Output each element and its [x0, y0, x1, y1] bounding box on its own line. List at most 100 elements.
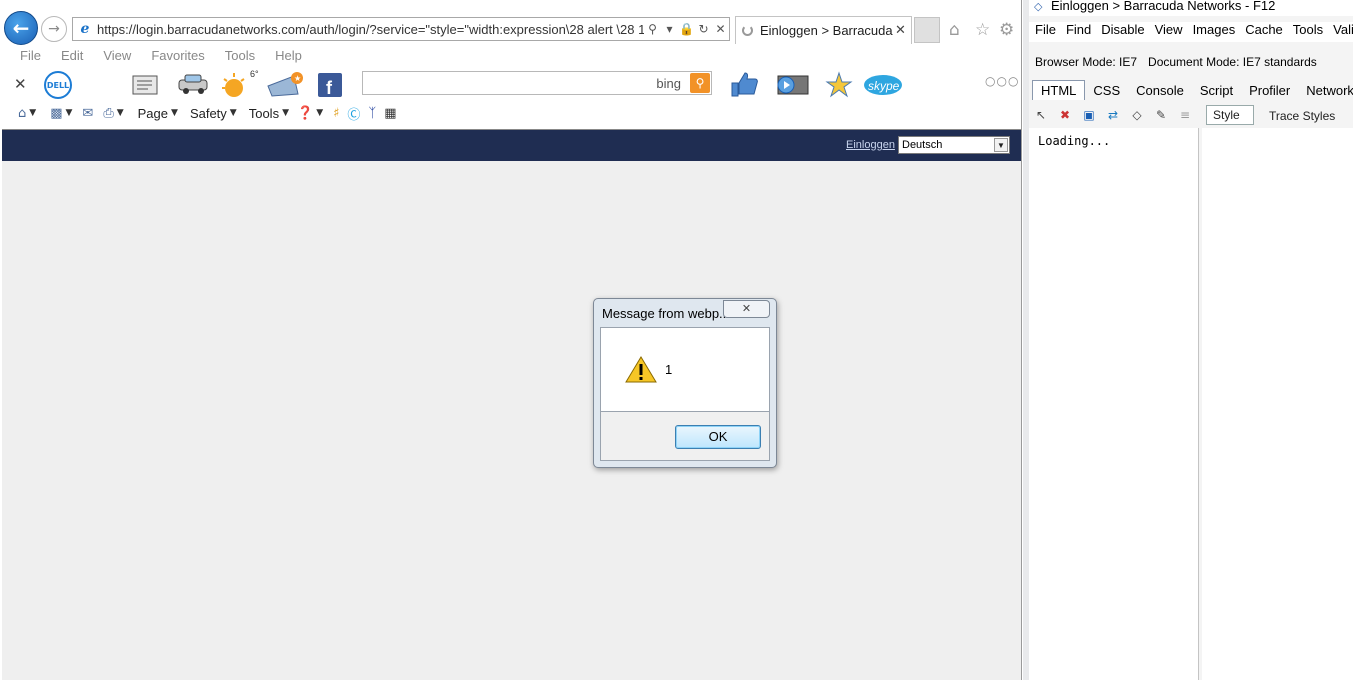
- bing-search-button-icon[interactable]: ⚲: [690, 73, 710, 93]
- menu-tools[interactable]: Tools: [225, 48, 255, 66]
- devtools-tabs: HTML CSS Console Script Profiler Network: [1029, 78, 1353, 100]
- menu-edit[interactable]: Edit: [61, 48, 83, 66]
- chevron-down-icon[interactable]: ▼: [171, 108, 178, 118]
- dialog-message: 1: [665, 362, 673, 377]
- chevron-down-icon[interactable]: ▼: [65, 108, 72, 118]
- dell-logo-icon[interactable]: DELL: [44, 71, 72, 99]
- close-toolbar-icon[interactable]: ✕: [14, 75, 27, 93]
- stop-icon[interactable]: ✕: [712, 22, 729, 36]
- skype-small-icon[interactable]: Ⓒ: [347, 104, 360, 123]
- favorites-star-icon[interactable]: ☆: [975, 20, 990, 40]
- chevron-down-icon[interactable]: ▼: [230, 108, 237, 118]
- menu-file[interactable]: File: [20, 48, 41, 66]
- language-selected: Deutsch: [902, 139, 943, 151]
- chevron-down-icon[interactable]: ▼: [282, 108, 289, 118]
- svg-text:skype: skype: [868, 79, 900, 93]
- rss-feed-icon[interactable]: ▩: [50, 106, 62, 121]
- language-select[interactable]: Deutsch ▼: [898, 136, 1010, 154]
- dt-menu-find[interactable]: Find: [1066, 22, 1091, 42]
- style-tab[interactable]: Style: [1206, 105, 1254, 125]
- document-mode[interactable]: Document Mode: IE7 standards: [1148, 55, 1317, 69]
- dt-menu-disable[interactable]: Disable: [1101, 22, 1144, 42]
- word-wrap-icon[interactable]: ≡: [1173, 108, 1197, 122]
- skype-icon[interactable]: skype: [862, 70, 904, 98]
- dt-menu-validate[interactable]: Validat: [1333, 22, 1353, 42]
- bluetooth-icon[interactable]: ᛉ: [368, 106, 376, 121]
- safety-menu[interactable]: Safety: [190, 106, 227, 121]
- dialog-body: 1: [600, 327, 770, 412]
- dialog-footer: OK: [600, 412, 770, 461]
- dt-menu-cache[interactable]: Cache: [1245, 22, 1283, 42]
- browser-mode[interactable]: Browser Mode: IE7: [1035, 55, 1137, 69]
- print-icon[interactable]: ⎙: [103, 106, 113, 121]
- new-tab-button[interactable]: [914, 17, 940, 43]
- forward-arrow-icon: →: [48, 21, 60, 37]
- lock-icon[interactable]: 🔒: [678, 22, 695, 36]
- menu-bar: File Edit View Favorites Tools Help: [0, 48, 302, 66]
- dt-menu-view[interactable]: View: [1155, 22, 1183, 42]
- refresh-icon[interactable]: ⇄: [1101, 108, 1125, 122]
- dt-menu-tools[interactable]: Tools: [1293, 22, 1323, 42]
- search-icon[interactable]: ⚲: [644, 22, 661, 36]
- url-text[interactable]: https://login.barracudanetworks.com/auth…: [94, 22, 644, 37]
- chevron-down-icon[interactable]: ▼: [316, 108, 323, 118]
- svg-text:f: f: [326, 78, 333, 98]
- dt-menu-images[interactable]: Images: [1193, 22, 1236, 42]
- games-icon[interactable]: [822, 70, 856, 98]
- qr-code-icon[interactable]: ▦: [384, 106, 396, 121]
- weather-sun-icon[interactable]: [218, 70, 252, 98]
- browser-tab[interactable]: Einloggen > Barracuda ... ✕: [735, 16, 912, 44]
- read-mail-icon[interactable]: ✉: [82, 106, 93, 121]
- clear-icon[interactable]: ✖: [1053, 108, 1077, 122]
- dell-toolbar: ✕ DELL 6° ★ f bing ⚲ skype ○○○: [0, 66, 1022, 102]
- devtools-mode-bar: Browser Mode: IE7 Document Mode: IE7 sta…: [1029, 50, 1353, 74]
- dom-tree-icon[interactable]: ◇: [1125, 108, 1149, 122]
- tab-console[interactable]: Console: [1128, 81, 1192, 100]
- menu-favorites[interactable]: Favorites: [151, 48, 204, 66]
- devtools-panel: ◇ Einloggen > Barracuda Networks - F12 F…: [1023, 0, 1353, 680]
- command-bar: ⌂ ▼ ▩ ▼ ✉ ⎙ ▼ Page ▼ Safety ▼ Tools ▼ ❓ ▼ ♯ Ⓒ ᛉ…: [0, 102, 1022, 124]
- car-icon[interactable]: [176, 70, 210, 98]
- address-bar[interactable]: e https://login.barracudanetworks.com/au…: [72, 17, 730, 41]
- back-button[interactable]: ←: [4, 11, 38, 45]
- bing-search-input[interactable]: bing ⚲: [362, 71, 712, 95]
- refresh-icon[interactable]: ↻: [695, 22, 712, 36]
- thumbs-up-icon[interactable]: [728, 70, 760, 98]
- chevron-down-icon[interactable]: ▼: [117, 108, 124, 118]
- tab-script[interactable]: Script: [1192, 81, 1241, 100]
- edit-icon[interactable]: ✎: [1149, 108, 1173, 122]
- dropdown-icon[interactable]: ▾: [661, 22, 678, 36]
- news-icon[interactable]: [130, 70, 162, 98]
- warning-icon: [625, 356, 657, 383]
- facebook-icon[interactable]: f: [316, 70, 344, 98]
- chevron-down-icon[interactable]: ▼: [29, 108, 36, 118]
- forward-button[interactable]: →: [41, 16, 67, 42]
- mail-icon[interactable]: ★: [266, 70, 308, 98]
- menu-help[interactable]: Help: [275, 48, 302, 66]
- tab-html[interactable]: HTML: [1032, 80, 1086, 100]
- ok-button[interactable]: OK: [675, 425, 761, 449]
- home-icon[interactable]: ⌂: [949, 20, 960, 40]
- home-icon[interactable]: ⌂: [18, 106, 26, 121]
- page-menu[interactable]: Page: [138, 106, 168, 121]
- help-icon[interactable]: ❓: [297, 106, 313, 121]
- page-header: Einloggen Deutsch ▼: [2, 130, 1021, 161]
- chevron-down-icon[interactable]: ▼: [994, 138, 1008, 152]
- settings-gear-icon[interactable]: ⚙: [999, 20, 1014, 40]
- dialog-close-button[interactable]: ✕: [723, 300, 770, 318]
- tools-menu[interactable]: Tools: [249, 106, 279, 121]
- tab-css[interactable]: CSS: [1085, 81, 1128, 100]
- save-icon[interactable]: ▣: [1077, 108, 1101, 122]
- menu-view[interactable]: View: [103, 48, 131, 66]
- login-link[interactable]: Einloggen: [846, 139, 895, 151]
- tab-profiler[interactable]: Profiler: [1241, 81, 1298, 100]
- dt-menu-file[interactable]: File: [1035, 22, 1056, 42]
- more-options-icon[interactable]: ○○○: [985, 74, 1019, 88]
- tab-close-icon[interactable]: ✕: [895, 23, 911, 38]
- tab-network[interactable]: Network: [1298, 81, 1353, 100]
- trace-styles-tab[interactable]: Trace Styles: [1269, 109, 1335, 123]
- svg-text:★: ★: [294, 74, 301, 83]
- select-element-icon[interactable]: ↖: [1029, 108, 1053, 122]
- video-icon[interactable]: [772, 70, 812, 98]
- research-icon[interactable]: ♯: [333, 106, 339, 121]
